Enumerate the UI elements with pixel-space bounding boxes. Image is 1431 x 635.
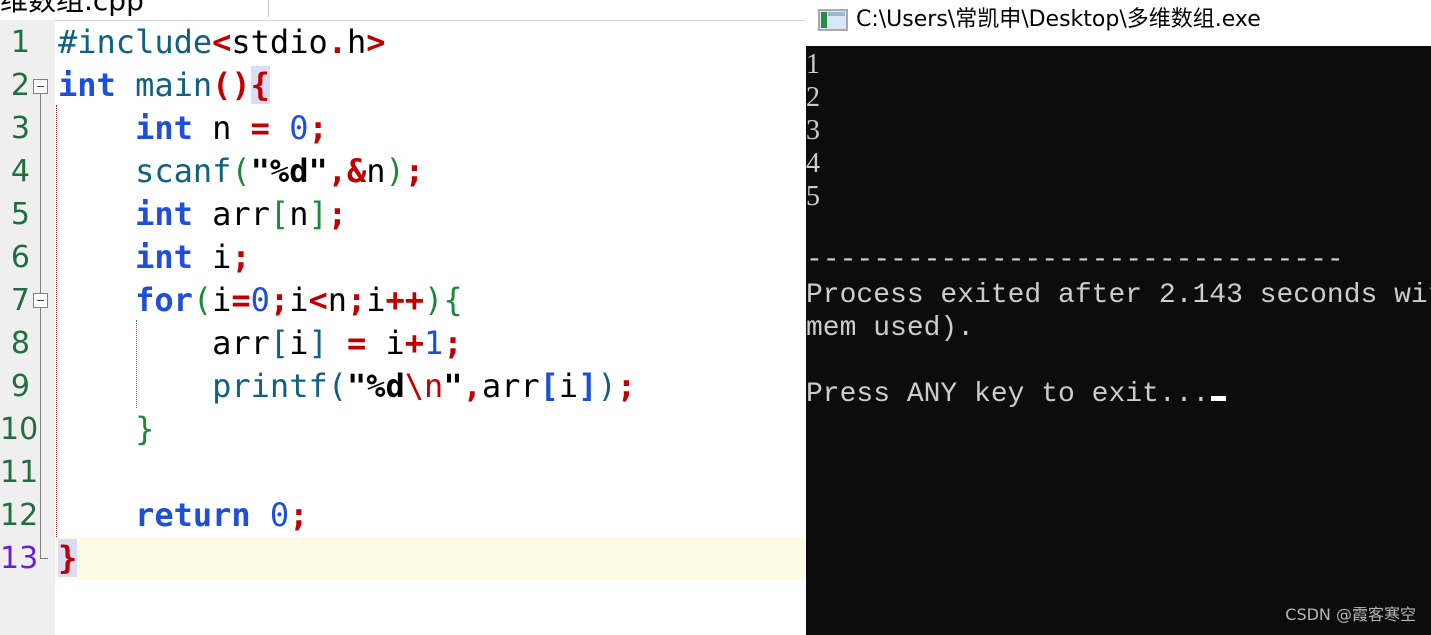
code-line-3[interactable]: int n = 0; bbox=[58, 107, 328, 150]
code-line-2[interactable]: int main(){ bbox=[58, 64, 270, 107]
current-line-highlight bbox=[55, 537, 806, 580]
line-number: 1 bbox=[10, 25, 30, 60]
fold-minus-icon[interactable] bbox=[33, 79, 48, 94]
console-output-line: 5 bbox=[806, 181, 820, 212]
line-number: 3 bbox=[10, 111, 30, 146]
line-number: 2 bbox=[10, 68, 30, 103]
scope-guide bbox=[56, 105, 57, 537]
code-line-4[interactable]: scanf("%d",&n); bbox=[58, 150, 424, 193]
editor-tab-strip: 维数组.cpp bbox=[0, 0, 806, 21]
line-number: 7 bbox=[10, 283, 30, 318]
file-tab[interactable]: 维数组.cpp bbox=[0, 0, 269, 17]
watermark: CSDN @霞客寒空 bbox=[1285, 605, 1416, 624]
code-line-8[interactable]: arr[i] = i+1; bbox=[58, 322, 462, 365]
line-number: 10 bbox=[0, 412, 39, 447]
code-editor[interactable]: 维数组.cpp 1 2 3 4 5 6 7 8 9 10 11 12 13 #i… bbox=[0, 0, 806, 635]
line-number: 11 bbox=[0, 455, 39, 490]
fold-end-marker bbox=[40, 558, 48, 559]
fold-guide bbox=[40, 308, 41, 558]
code-line-12[interactable]: return 0; bbox=[58, 494, 308, 537]
line-number: 6 bbox=[10, 240, 30, 275]
console-exit-message-cont: mem used). bbox=[806, 313, 975, 344]
code-line-5[interactable]: int arr[n]; bbox=[58, 193, 347, 236]
line-number: 9 bbox=[10, 369, 30, 404]
line-number: 12 bbox=[0, 498, 39, 533]
screen: 维数组.cpp 1 2 3 4 5 6 7 8 9 10 11 12 13 #i… bbox=[0, 0, 1431, 635]
code-line-7[interactable]: for(i=0;i<n;i++){ bbox=[58, 279, 463, 322]
console-app-icon bbox=[818, 9, 848, 31]
console-prompt-line: Press ANY key to exit... bbox=[806, 378, 1227, 411]
fold-minus-icon[interactable] bbox=[33, 293, 48, 308]
line-number-current: 13 bbox=[0, 541, 39, 576]
console-window[interactable]: C:\Users\常凯申\Desktop\多维数组.exe 1 2 3 4 5 … bbox=[806, 0, 1431, 635]
console-exit-message: Process exited after 2.143 seconds with bbox=[806, 280, 1431, 311]
console-output-line: 2 bbox=[806, 82, 820, 113]
text-cursor bbox=[1211, 396, 1227, 401]
console-separator: -------------------------------- bbox=[806, 245, 1344, 276]
code-line-13[interactable]: } bbox=[58, 537, 78, 580]
console-output-line: 4 bbox=[806, 148, 820, 179]
line-number: 5 bbox=[10, 197, 30, 232]
console-window-title: C:\Users\常凯申\Desktop\多维数组.exe bbox=[856, 7, 1261, 32]
console-titlebar[interactable]: C:\Users\常凯申\Desktop\多维数组.exe bbox=[806, 0, 1431, 46]
code-line-10[interactable]: } bbox=[58, 408, 154, 451]
code-line-1[interactable]: #include<stdio.h> bbox=[58, 21, 386, 64]
line-number: 8 bbox=[10, 326, 30, 361]
line-number: 4 bbox=[10, 154, 30, 189]
fold-guide bbox=[40, 94, 41, 293]
console-prompt: Press ANY key to exit... bbox=[806, 379, 1210, 410]
code-line-9[interactable]: printf("%d\n",arr[i]); bbox=[58, 365, 636, 408]
code-line-6[interactable]: int i; bbox=[58, 236, 251, 279]
console-output-line: 3 bbox=[806, 115, 820, 146]
console-output-line: 1 bbox=[806, 49, 820, 80]
